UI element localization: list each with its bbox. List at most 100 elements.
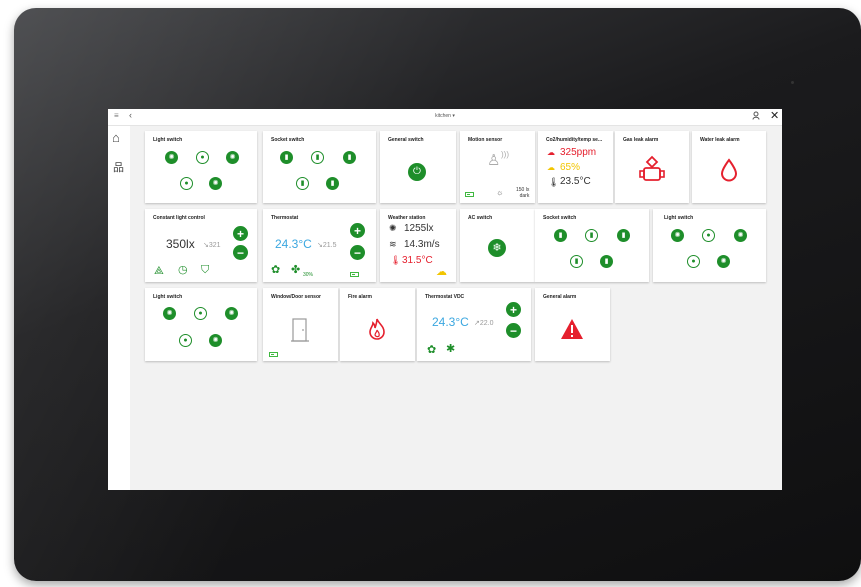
- motion-waves-icon: ))): [501, 150, 509, 159]
- camera-dot: [791, 81, 794, 84]
- plug-icon[interactable]: ▮: [554, 229, 567, 242]
- card-light-switch-3[interactable]: Light switch ✺ ● ✺ ● ✺: [145, 288, 257, 361]
- card-title: Fire alarm: [348, 294, 372, 300]
- fan-icon[interactable]: ✤: [291, 265, 300, 276]
- plus-button[interactable]: +: [506, 302, 521, 317]
- bulb-icon[interactable]: ✺: [225, 307, 238, 320]
- lamp-icon[interactable]: ⛉: [201, 265, 209, 276]
- card-gas-leak-alarm[interactable]: Gas leak alarm: [615, 131, 689, 203]
- card-title: Water leak alarm: [700, 137, 740, 143]
- plug-icon[interactable]: ▮: [311, 151, 324, 164]
- bulb-icon[interactable]: ✺: [165, 151, 178, 164]
- bulb-icon[interactable]: ✺: [734, 229, 747, 242]
- bulb-icon[interactable]: ●: [687, 255, 700, 268]
- auto-mode-icon[interactable]: ⟁: [154, 266, 164, 277]
- wind-icon: ≋: [389, 239, 397, 249]
- plug-icon[interactable]: ▮: [617, 229, 630, 242]
- card-window-door-sensor[interactable]: Window/Door sensor: [263, 288, 338, 361]
- network-icon[interactable]: 品: [113, 163, 124, 174]
- heat-cool-icon[interactable]: ✱: [446, 344, 455, 355]
- card-socket-switch-2[interactable]: Socket switch ▮ ▮ ▮ ▮ ▮: [535, 209, 649, 282]
- water-drop-icon: [720, 158, 738, 182]
- humidity-value: 65%: [560, 162, 581, 173]
- bulb-icon[interactable]: ✺: [209, 177, 222, 190]
- bulb-icon[interactable]: ●: [196, 151, 209, 164]
- card-title: Light switch: [153, 294, 183, 300]
- bulb-icon[interactable]: ●: [179, 334, 192, 347]
- temp-value: 23.5°C: [560, 176, 591, 187]
- card-light-switch-2[interactable]: Light switch ✺ ● ✺ ● ✺: [653, 209, 766, 282]
- plug-icon[interactable]: ▮: [600, 255, 613, 268]
- card-co2-humidity-temp[interactable]: Co2/humidity/temp se... ☁ 325ppm ☁ 65% 🌡…: [538, 131, 613, 203]
- co2-cloud-icon: ☁: [547, 148, 555, 157]
- top-bar: ≡ ‹ kitchen ▾ ✕: [108, 109, 782, 126]
- card-title: General switch: [388, 137, 424, 143]
- room-selector[interactable]: kitchen ▾: [108, 113, 782, 119]
- plug-icon[interactable]: ▮: [585, 229, 598, 242]
- card-title: General alarm: [543, 294, 577, 300]
- card-general-alarm[interactable]: General alarm: [535, 288, 610, 361]
- battery-icon: [465, 192, 474, 197]
- sun-icon: ✺: [389, 223, 397, 233]
- weather-cloud-icon: ☁: [436, 266, 447, 278]
- plug-icon[interactable]: ▮: [570, 255, 583, 268]
- card-thermostat-1[interactable]: Thermostat 24.3°C ↘21.5 + − ✿ ✤ 30%: [263, 209, 376, 282]
- temperature-value: 24.3°C: [432, 315, 469, 329]
- thermometer-icon: 🌡: [390, 255, 402, 265]
- card-weather-station[interactable]: Weather station ✺ 1255lx ≋ 14.3m/s 🌡 31.…: [380, 209, 456, 282]
- bulb-icon[interactable]: ✺: [163, 307, 176, 320]
- thermometer-icon: 🌡: [548, 177, 560, 187]
- humidity-cloud-icon: ☁: [547, 163, 555, 172]
- battery-icon: [269, 352, 278, 357]
- timer-icon[interactable]: ◷: [178, 265, 188, 276]
- card-title: Motion sensor: [468, 137, 503, 143]
- chevron-down-icon: ▾: [452, 113, 455, 119]
- power-icon[interactable]: ⏻: [408, 163, 426, 181]
- card-light-switch-1[interactable]: Light switch ✺ ● ✺ ● ✺: [145, 131, 257, 203]
- temperature-target: ↗22.0: [474, 320, 494, 327]
- card-general-switch[interactable]: General switch ⏻: [380, 131, 456, 203]
- bulb-icon[interactable]: ●: [194, 307, 207, 320]
- lux-readout: 150 lx dark: [516, 187, 529, 199]
- close-icon[interactable]: ✕: [770, 109, 779, 122]
- card-ac-switch[interactable]: AC switch ❄: [460, 209, 535, 282]
- user-icon[interactable]: [752, 111, 760, 122]
- plug-icon[interactable]: ▮: [343, 151, 356, 164]
- temperature-target: ↘21.5: [317, 242, 337, 249]
- bulb-icon[interactable]: ●: [180, 177, 193, 190]
- eco-icon[interactable]: ✿: [427, 345, 436, 356]
- plug-icon[interactable]: ▮: [280, 151, 293, 164]
- card-motion-sensor[interactable]: Motion sensor ♙ ))) ☼ 150 lx dark: [460, 131, 535, 203]
- card-thermostat-vdc[interactable]: Thermostat VDC 24.3°C ↗22.0 + − ✿ ✱: [417, 288, 531, 361]
- co2-value: 325ppm: [560, 147, 597, 158]
- motion-person-icon: ♙: [487, 152, 501, 169]
- home-icon[interactable]: ⌂: [112, 131, 120, 144]
- card-title: AC switch: [468, 215, 493, 221]
- card-socket-switch-1[interactable]: Socket switch ▮ ▮ ▮ ▮ ▮: [263, 131, 376, 203]
- card-constant-light-control[interactable]: Constant light control 350lx ↘321 + − ⟁ …: [145, 209, 257, 282]
- minus-button[interactable]: −: [506, 323, 521, 338]
- snowflake-icon[interactable]: ❄: [488, 239, 506, 257]
- card-fire-alarm[interactable]: Fire alarm: [340, 288, 415, 361]
- plus-button[interactable]: +: [350, 223, 365, 238]
- minus-button[interactable]: −: [233, 245, 248, 260]
- plug-icon[interactable]: ▮: [296, 177, 309, 190]
- eco-icon[interactable]: ✿: [271, 265, 280, 276]
- fan-speed: 30%: [303, 272, 314, 278]
- sidebar: ⌂ 品: [108, 126, 130, 490]
- app-screen: ≡ ‹ kitchen ▾ ✕ ⌂ 品 Light switch ✺ ● ✺ ●…: [108, 109, 782, 490]
- bulb-icon[interactable]: ✺: [717, 255, 730, 268]
- warning-icon: [561, 319, 583, 339]
- bulb-icon[interactable]: ●: [702, 229, 715, 242]
- plug-icon[interactable]: ▮: [326, 177, 339, 190]
- bulb-icon[interactable]: ✺: [226, 151, 239, 164]
- bulb-icon[interactable]: ✺: [209, 334, 222, 347]
- door-icon: [291, 318, 309, 342]
- bulb-icon[interactable]: ✺: [671, 229, 684, 242]
- card-title: Window/Door sensor: [271, 294, 321, 300]
- plus-button[interactable]: +: [233, 226, 248, 241]
- card-water-leak-alarm[interactable]: Water leak alarm: [692, 131, 766, 203]
- card-title: Constant light control: [153, 215, 205, 221]
- minus-button[interactable]: −: [350, 245, 365, 260]
- weather-wind: 14.3m/s: [404, 239, 440, 250]
